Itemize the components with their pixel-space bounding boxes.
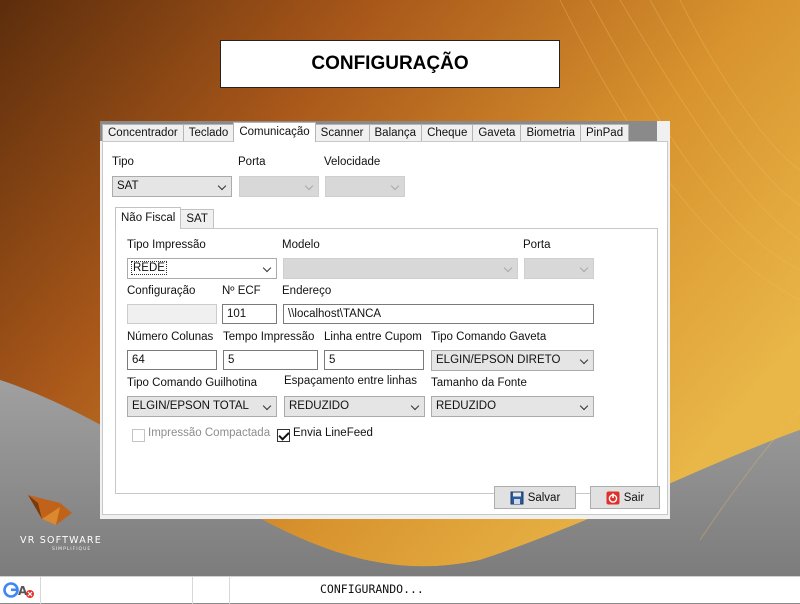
tab-biometria[interactable]: Biometria bbox=[520, 124, 582, 141]
chevron-down-icon bbox=[503, 263, 513, 273]
envia-linefeed-checkbox[interactable] bbox=[277, 429, 290, 442]
tipo-impressao-select[interactable]: REDE bbox=[127, 258, 277, 279]
chevron-down-icon bbox=[262, 401, 272, 411]
salvar-button[interactable]: Salvar bbox=[494, 486, 576, 509]
tab-strip: Concentrador Teclado Comunicação Scanner… bbox=[102, 122, 630, 142]
n-ecf-field[interactable]: 101 bbox=[222, 304, 277, 324]
tamanho-fonte-label: Tamanho da Fonte bbox=[431, 377, 527, 389]
espacamento-select[interactable]: REDUZIDO bbox=[284, 396, 425, 417]
tipo-cmd-gaveta-select[interactable]: ELGIN/EPSON DIRETO bbox=[431, 350, 594, 371]
tab-balanca[interactable]: Balança bbox=[368, 124, 423, 141]
tipo-select[interactable]: SAT bbox=[112, 176, 232, 197]
tab-gaveta[interactable]: Gaveta bbox=[472, 124, 522, 141]
vr-software-logo bbox=[28, 495, 72, 525]
linha-cupom-label: Linha entre Cupom bbox=[324, 331, 422, 343]
impressao-compactada-checkbox[interactable] bbox=[132, 429, 145, 442]
tamanho-fonte-select[interactable]: REDUZIDO bbox=[431, 396, 594, 417]
config-dialog: Concentrador Teclado Comunicação Scanner… bbox=[100, 121, 670, 519]
porta-label: Porta bbox=[238, 156, 266, 168]
power-icon bbox=[606, 491, 620, 504]
tab-scanner[interactable]: Scanner bbox=[314, 124, 370, 141]
tipo-cmd-guilhotina-label: Tipo Comando Guilhotina bbox=[127, 377, 257, 389]
tab-teclado[interactable]: Teclado bbox=[182, 124, 235, 141]
check-icon bbox=[278, 429, 290, 441]
numero-colunas-label: Número Colunas bbox=[127, 331, 214, 343]
subtab-strip: Não Fiscal SAT bbox=[115, 207, 214, 229]
tab-cheque[interactable]: Cheque bbox=[421, 124, 474, 141]
velocidade-select[interactable] bbox=[325, 176, 405, 197]
chevron-down-icon bbox=[579, 401, 589, 411]
numero-colunas-field[interactable]: 64 bbox=[127, 350, 217, 370]
tempo-impressao-field[interactable]: 5 bbox=[223, 350, 318, 370]
tab-concentrador[interactable]: Concentrador bbox=[102, 124, 184, 141]
chevron-down-icon bbox=[579, 355, 589, 365]
espacamento-label: Espaçamento entre linhas bbox=[284, 375, 417, 387]
page-title: CONFIGURAÇÃO bbox=[220, 40, 560, 88]
velocidade-label: Velocidade bbox=[324, 156, 381, 168]
porta-select[interactable] bbox=[239, 176, 319, 197]
endereco-field[interactable]: \\localhost\TANCA bbox=[283, 304, 594, 324]
status-bar: A CONFIGURANDO... bbox=[0, 576, 800, 604]
sair-button[interactable]: Sair bbox=[590, 486, 660, 509]
chevron-down-icon bbox=[262, 263, 272, 273]
configuracao-field[interactable] bbox=[127, 304, 217, 324]
tipo-label: Tipo bbox=[112, 156, 134, 168]
linha-cupom-field[interactable]: 5 bbox=[324, 350, 424, 370]
subtab-page-nao-fiscal: Tipo Impressão REDE Modelo Porta Configu… bbox=[115, 228, 658, 494]
impressao-compactada-label: Impressão Compactada bbox=[148, 427, 271, 439]
chevron-down-icon bbox=[410, 401, 420, 411]
translate-icon: A bbox=[3, 582, 34, 598]
subtab-sat[interactable]: SAT bbox=[180, 209, 214, 228]
tipo-cmd-guilhotina-select[interactable]: ELGIN/EPSON TOTAL bbox=[127, 396, 277, 417]
chevron-down-icon bbox=[579, 263, 589, 273]
logo-tagline: SIMPLIFIQUE bbox=[52, 547, 92, 552]
porta-impressora-select[interactable] bbox=[524, 258, 594, 279]
modelo-select[interactable] bbox=[283, 258, 518, 279]
tipo-cmd-gaveta-label: Tipo Comando Gaveta bbox=[431, 331, 547, 343]
configuracao-label: Configuração bbox=[127, 285, 196, 297]
tab-page-comunicacao: Tipo SAT Porta Velocidade Não Fiscal SAT… bbox=[102, 141, 668, 515]
tab-pinpad[interactable]: PinPad bbox=[580, 124, 630, 141]
chevron-down-icon bbox=[217, 181, 227, 191]
envia-linefeed-label: Envia LineFeed bbox=[293, 427, 373, 439]
chevron-down-icon bbox=[390, 181, 400, 191]
floppy-disk-icon bbox=[510, 491, 524, 504]
subtab-nao-fiscal[interactable]: Não Fiscal bbox=[115, 207, 182, 229]
tempo-impressao-label: Tempo Impressão bbox=[223, 331, 315, 343]
n-ecf-label: Nº ECF bbox=[222, 285, 261, 297]
endereco-label: Endereço bbox=[282, 285, 332, 297]
modelo-label: Modelo bbox=[282, 239, 320, 251]
porta-impressora-label: Porta bbox=[523, 239, 551, 251]
status-text: CONFIGURANDO... bbox=[320, 582, 424, 596]
tab-comunicacao[interactable]: Comunicação bbox=[233, 122, 316, 142]
chevron-down-icon bbox=[304, 181, 314, 191]
tipo-impressao-label: Tipo Impressão bbox=[127, 239, 206, 251]
logo-name: VR SOFTWARE bbox=[20, 535, 102, 546]
